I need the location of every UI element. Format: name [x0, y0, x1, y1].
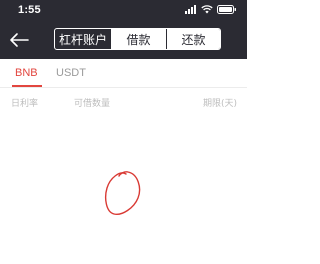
status-icons [185, 5, 237, 14]
segment-margin-account[interactable]: 杠杆账户 [55, 29, 111, 49]
nav-bar: 杠杆账户 借款 还款 [0, 22, 247, 59]
segment-borrow[interactable]: 借款 [111, 29, 166, 49]
header-daily-rate: 日利率 [11, 99, 39, 109]
coin-tabs: BNB USDT [0, 59, 247, 88]
red-circle-annotation [105, 171, 141, 215]
status-time: 1:55 [18, 4, 41, 16]
header-borrowable-amount: 可借数量 [74, 99, 111, 109]
status-bar: 1:55 [0, 0, 247, 22]
active-tab-indicator [12, 85, 42, 87]
list-area [0, 118, 247, 264]
arrow-left-icon[interactable] [8, 31, 30, 49]
tab-usdt[interactable]: USDT [56, 67, 86, 79]
battery-icon [217, 5, 236, 14]
header-term-days: 期限(天) [202, 99, 237, 109]
tab-bnb[interactable]: BNB [15, 67, 38, 79]
segmented-control: 杠杆账户 借款 还款 [54, 28, 221, 50]
wifi-icon [201, 5, 213, 14]
signal-icon [185, 5, 196, 14]
segment-repay[interactable]: 还款 [166, 29, 220, 49]
column-headers: 日利率 可借数量 期限(天) [0, 96, 247, 110]
